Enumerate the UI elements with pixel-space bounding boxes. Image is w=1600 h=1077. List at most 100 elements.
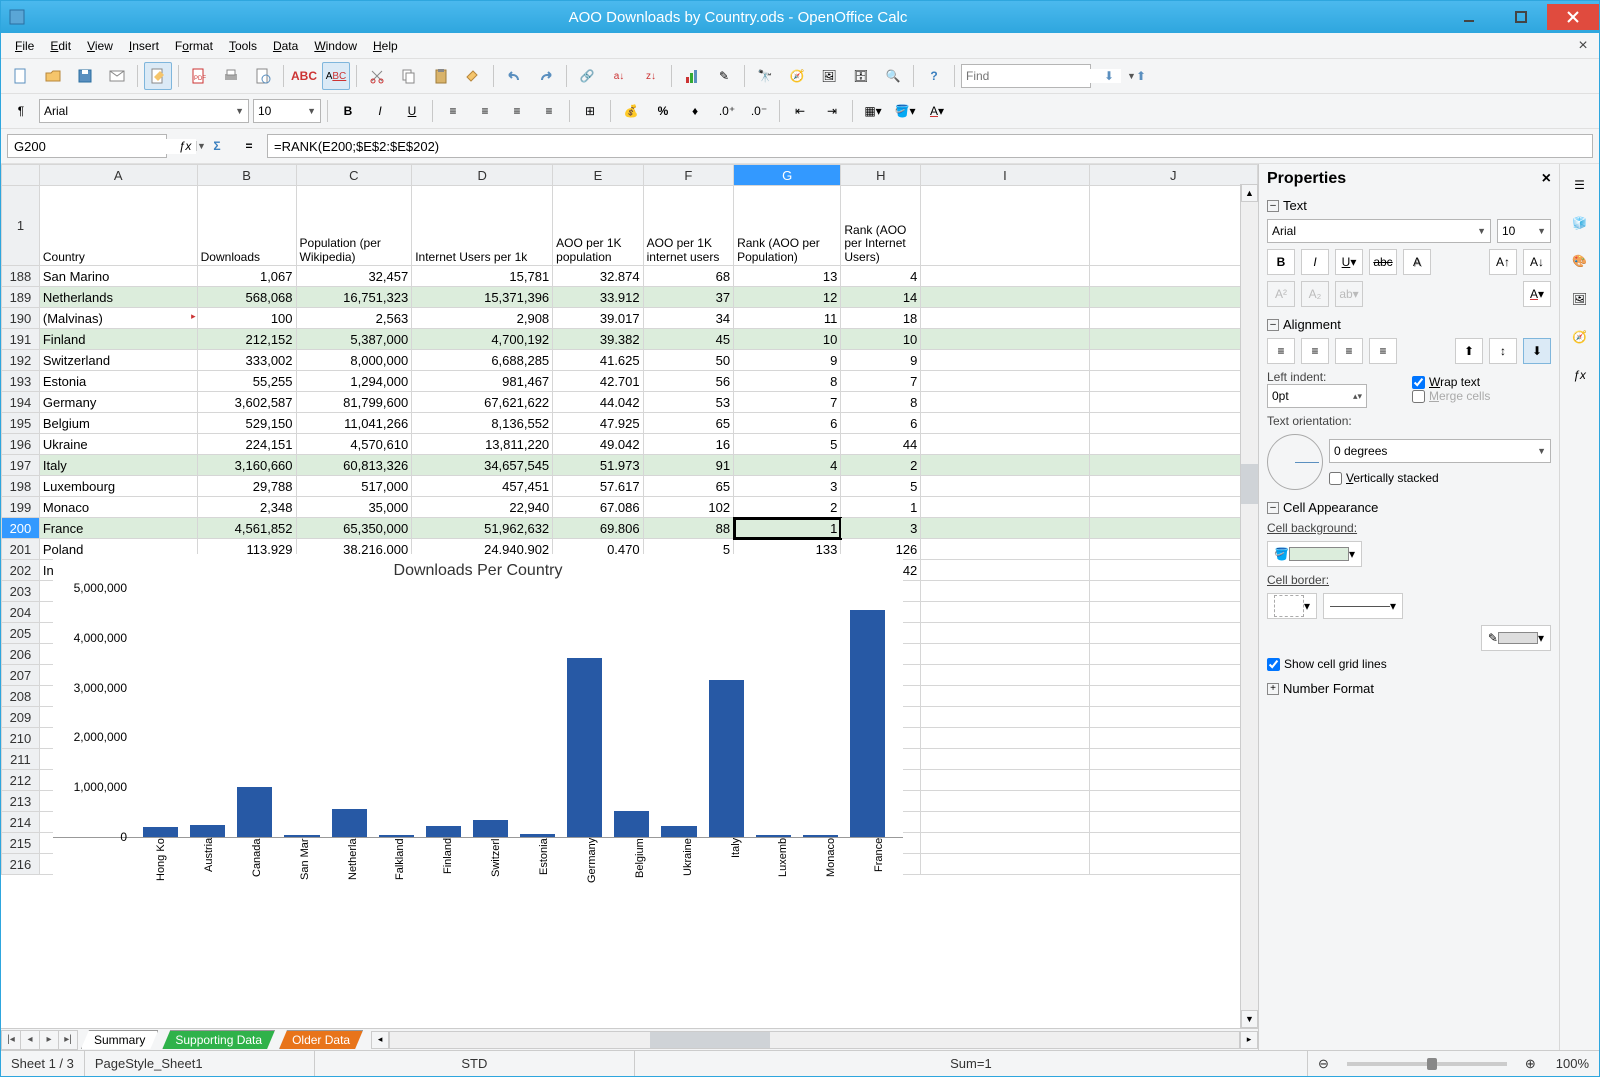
col-header-F[interactable]: F — [643, 165, 733, 186]
cell-I211[interactable] — [921, 749, 1089, 770]
header-cell-D[interactable]: Internet Users per 1k — [412, 186, 553, 266]
cell-A198[interactable]: Luxembourg — [39, 476, 197, 497]
border-preset-button[interactable]: ▾ — [1267, 593, 1317, 619]
cell-F200[interactable]: 88 — [643, 518, 733, 539]
cell-B199[interactable]: 2,348 — [197, 497, 296, 518]
cell-I209[interactable] — [921, 707, 1089, 728]
sort-asc-button[interactable]: a↓ — [605, 62, 633, 90]
cell-A192[interactable]: Switzerland — [39, 350, 197, 371]
section-number-format[interactable]: +Number Format — [1267, 681, 1551, 696]
cell-J195[interactable] — [1089, 413, 1257, 434]
cell-I193[interactable] — [921, 371, 1089, 392]
cell-J190[interactable] — [1089, 308, 1257, 329]
cell-J196[interactable] — [1089, 434, 1257, 455]
row-header-191[interactable]: 191 — [2, 329, 40, 350]
cell-G192[interactable]: 9 — [734, 350, 841, 371]
cell-G190[interactable]: 11 — [734, 308, 841, 329]
row-header-188[interactable]: 188 — [2, 266, 40, 287]
datasources-button[interactable]: 🗄 — [847, 62, 875, 90]
cell-E189[interactable]: 33.912 — [553, 287, 643, 308]
row-header-192[interactable]: 192 — [2, 350, 40, 371]
spellcheck-button[interactable]: ABC — [290, 62, 318, 90]
cell-H195[interactable]: 6 — [841, 413, 921, 434]
vscroll-thumb[interactable] — [1241, 464, 1258, 504]
header-cell-I[interactable] — [921, 186, 1089, 266]
cell-D196[interactable]: 13,811,220 — [412, 434, 553, 455]
cell-I215[interactable] — [921, 833, 1089, 854]
cell-E196[interactable]: 49.042 — [553, 434, 643, 455]
hscroll-right-button[interactable]: ▸ — [1240, 1031, 1258, 1049]
prop-vert-stacked-checkbox[interactable]: Vertically stacked — [1329, 471, 1551, 485]
scroll-up-button[interactable]: ▲ — [1241, 184, 1258, 202]
cell-I204[interactable] — [921, 602, 1089, 623]
add-decimal-button[interactable]: .0⁺ — [713, 97, 741, 125]
cell-G189[interactable]: 12 — [734, 287, 841, 308]
font-name-combo[interactable]: Arial▼ — [39, 99, 249, 123]
name-box[interactable]: ▼ — [7, 134, 167, 158]
cell-I190[interactable] — [921, 308, 1089, 329]
prop-valign-bot-button[interactable]: ⬇ — [1523, 338, 1551, 364]
col-header-B[interactable]: B — [197, 165, 296, 186]
cell-G188[interactable]: 13 — [734, 266, 841, 287]
cell-H199[interactable]: 1 — [841, 497, 921, 518]
cell-D194[interactable]: 67,621,622 — [412, 392, 553, 413]
sidebar-functions-icon[interactable]: ƒx — [1565, 360, 1595, 390]
menu-format[interactable]: Format — [167, 36, 221, 56]
maximize-button[interactable] — [1495, 4, 1547, 30]
cell-C193[interactable]: 1,294,000 — [296, 371, 412, 392]
cell-J206[interactable] — [1089, 644, 1257, 665]
cell-B195[interactable]: 529,150 — [197, 413, 296, 434]
cell-J199[interactable] — [1089, 497, 1257, 518]
cell-J197[interactable] — [1089, 455, 1257, 476]
border-color-button[interactable]: ✎ ▾ — [1481, 625, 1551, 651]
cell-I213[interactable] — [921, 791, 1089, 812]
embedded-chart[interactable]: Downloads Per Country 01,000,0002,000,00… — [53, 554, 903, 894]
cell-F192[interactable]: 50 — [643, 350, 733, 371]
hyperlink-button[interactable]: 🔗 — [573, 62, 601, 90]
col-header-H[interactable]: H — [841, 165, 921, 186]
cell-J215[interactable] — [1089, 833, 1257, 854]
menu-tools[interactable]: Tools — [221, 36, 265, 56]
prop-bold-button[interactable]: B — [1267, 249, 1295, 275]
cell-C194[interactable]: 81,799,600 — [296, 392, 412, 413]
cell-C198[interactable]: 517,000 — [296, 476, 412, 497]
row-header-201[interactable]: 201 — [2, 539, 40, 560]
vertical-scrollbar[interactable]: ▲ ▼ — [1240, 184, 1258, 1028]
row-header-196[interactable]: 196 — [2, 434, 40, 455]
status-mode[interactable]: STD — [315, 1051, 635, 1076]
menu-help[interactable]: Help — [365, 36, 406, 56]
cell-A199[interactable]: Monaco — [39, 497, 197, 518]
cell-I195[interactable] — [921, 413, 1089, 434]
zoom-slider[interactable] — [1347, 1062, 1507, 1066]
prop-size-combo[interactable]: 10▼ — [1497, 219, 1551, 243]
prop-grow-font-button[interactable]: A↑ — [1489, 249, 1517, 275]
cell-J189[interactable] — [1089, 287, 1257, 308]
row-header-190[interactable]: 190 — [2, 308, 40, 329]
row-header-207[interactable]: 207 — [2, 665, 40, 686]
cell-D195[interactable]: 8,136,552 — [412, 413, 553, 434]
gallery-button[interactable]: 🖼 — [815, 62, 843, 90]
cell-I205[interactable] — [921, 623, 1089, 644]
equals-button[interactable]: = — [235, 132, 263, 160]
cell-B189[interactable]: 568,068 — [197, 287, 296, 308]
cell-I188[interactable] — [921, 266, 1089, 287]
email-button[interactable] — [103, 62, 131, 90]
header-cell-B[interactable]: Downloads — [197, 186, 296, 266]
cell-B197[interactable]: 3,160,660 — [197, 455, 296, 476]
del-decimal-button[interactable]: .0⁻ — [745, 97, 773, 125]
sum-button[interactable]: Σ — [203, 132, 231, 160]
cell-D200[interactable]: 51,962,632 — [412, 518, 553, 539]
cell-A196[interactable]: Ukraine — [39, 434, 197, 455]
orientation-combo[interactable]: 0 degrees▼ — [1329, 439, 1551, 463]
cell-I199[interactable] — [921, 497, 1089, 518]
align-center-button[interactable]: ≡ — [471, 97, 499, 125]
cell-J188[interactable] — [1089, 266, 1257, 287]
cell-E198[interactable]: 57.617 — [553, 476, 643, 497]
underline-button[interactable]: U — [398, 97, 426, 125]
cell-H198[interactable]: 5 — [841, 476, 921, 497]
menu-window[interactable]: Window — [306, 36, 365, 56]
row-header-1[interactable]: 1 — [2, 186, 40, 266]
cell-J200[interactable] — [1089, 518, 1257, 539]
header-cell-A[interactable]: Country — [39, 186, 197, 266]
cell-C191[interactable]: 5,387,000 — [296, 329, 412, 350]
